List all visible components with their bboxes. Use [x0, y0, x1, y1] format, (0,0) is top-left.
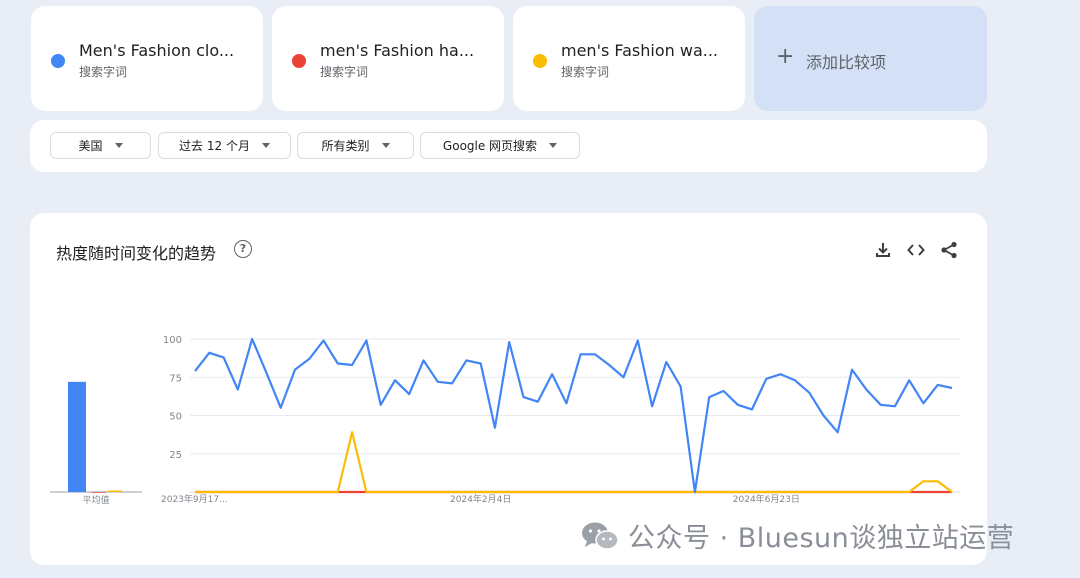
add-comparison-button[interactable]: + 添加比较项 [754, 6, 987, 111]
average-label: 平均值 [82, 494, 109, 506]
x-tick-label: 2024年6月23日 [733, 493, 800, 505]
term-subtitle: 搜索字词 [79, 65, 128, 79]
term-title: Men's Fashion clo... [79, 41, 235, 60]
search-type-filter-label: Google 网页搜索 [442, 139, 538, 153]
region-filter-label: 美国 [78, 139, 103, 153]
watermark: 公众号 · Bluesun谈独立站运营 [580, 516, 1014, 555]
interest-over-time-card: 热度随时间变化的趋势 ? 100 75 50 25 2023年9月17... 2024年2… [30, 213, 987, 565]
average-bar [108, 490, 122, 492]
chevron-down-icon [381, 143, 390, 148]
search-type-filter[interactable]: Google 网页搜索 [420, 132, 580, 159]
y-tick-label: 100 [163, 335, 182, 346]
wechat-icon [582, 522, 619, 550]
category-filter-label: 所有类别 [321, 139, 370, 153]
add-comparison-label: 添加比较项 [806, 53, 887, 72]
filter-bar: 美国 过去 12 个月 所有类别 Google 网页搜索 [30, 120, 987, 172]
plus-icon: + [776, 44, 795, 69]
term-title: men's Fashion wa... [561, 41, 719, 60]
chevron-down-icon [549, 143, 558, 148]
time-range-filter-label: 过去 12 个月 [179, 139, 250, 153]
y-tick-label: 75 [169, 373, 182, 384]
y-tick-label: 25 [169, 450, 182, 461]
trend-chart: 100 75 50 25 2023年9月17... 2024年2月4日 2024年6月23日… [50, 335, 960, 506]
category-filter[interactable]: 所有类别 [297, 132, 414, 159]
region-filter[interactable]: 美国 [50, 132, 151, 159]
term-card-1[interactable]: Men's Fashion clo... 搜索字词 [31, 6, 263, 111]
series-line [195, 431, 953, 494]
chevron-down-icon [114, 143, 123, 148]
term-subtitle: 搜索字词 [320, 65, 369, 79]
time-range-filter[interactable]: 过去 12 个月 [158, 132, 291, 159]
x-tick-label: 2024年2月4日 [450, 493, 511, 505]
x-tick-label: 2023年9月17... [161, 493, 228, 505]
watermark-text: 公众号 · Bluesun谈独立站运营 [628, 523, 1015, 554]
average-bar [92, 492, 106, 493]
y-tick-label: 50 [169, 412, 182, 423]
term-title: men's Fashion ha... [320, 41, 475, 60]
term-subtitle: 搜索字词 [561, 65, 610, 79]
average-bar [68, 381, 86, 492]
series-color-dot [292, 54, 306, 68]
series-color-dot [533, 54, 547, 68]
chevron-down-icon [261, 143, 270, 148]
term-card-2[interactable]: men's Fashion ha... 搜索字词 [272, 6, 504, 111]
term-card-3[interactable]: men's Fashion wa... 搜索字词 [513, 6, 745, 111]
series-color-dot [51, 54, 65, 68]
